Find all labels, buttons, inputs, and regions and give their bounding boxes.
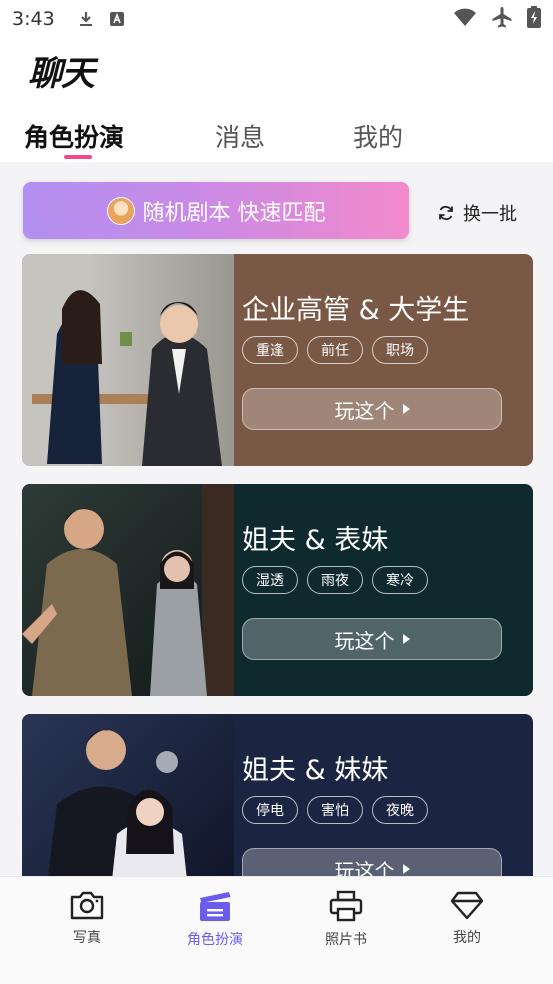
content-area[interactable]: 随机剧本 快速匹配 换一批 企业高管 & 大学生 重逢 前任 职场 玩这个 姐夫… <box>0 162 553 876</box>
clapperboard-icon <box>200 892 231 921</box>
play-label: 玩这个 <box>334 398 395 423</box>
tag-list: 停电 害怕 夜晚 <box>242 796 428 824</box>
tab-messages[interactable]: 消息 <box>215 118 265 154</box>
tab-indicator <box>64 155 92 159</box>
page-title: 聊天 <box>28 54 95 94</box>
nav-label: 我的 <box>453 930 481 946</box>
tag: 停电 <box>242 796 298 824</box>
scenario-image <box>22 714 234 876</box>
tag: 前任 <box>307 336 363 364</box>
status-time: 3:43 <box>12 8 55 30</box>
play-arrow-icon <box>402 404 410 414</box>
tag: 湿透 <box>242 566 298 594</box>
tag: 重逢 <box>242 336 298 364</box>
play-arrow-icon <box>402 634 410 644</box>
tag-list: 重逢 前任 职场 <box>242 336 428 364</box>
play-button[interactable]: 玩这个 <box>242 848 502 876</box>
tab-roleplay[interactable]: 角色扮演 <box>24 118 124 154</box>
printer-icon <box>329 890 363 922</box>
nav-label: 角色扮演 <box>187 932 243 948</box>
wifi-icon <box>453 7 477 31</box>
scenario-info: 姐夫 & 妹妹 停电 害怕 夜晚 玩这个 <box>242 714 533 876</box>
scenario-info: 企业高管 & 大学生 重逢 前任 职场 玩这个 <box>242 254 533 466</box>
random-match-button[interactable]: 随机剧本 快速匹配 <box>23 182 409 239</box>
refresh-batch-button[interactable]: 换一批 <box>437 200 517 226</box>
scenario-card[interactable]: 姐夫 & 表妹 湿透 雨夜 寒冷 玩这个 <box>22 484 533 696</box>
battery-charging-icon <box>527 6 541 32</box>
scenario-image <box>22 254 234 466</box>
play-button[interactable]: 玩这个 <box>242 388 502 430</box>
play-button[interactable]: 玩这个 <box>242 618 502 660</box>
status-bar: 3:43 <box>0 0 553 38</box>
scenario-info: 姐夫 & 表妹 湿透 雨夜 寒冷 玩这个 <box>242 484 533 696</box>
play-label: 玩这个 <box>334 628 395 653</box>
nav-label: 写真 <box>73 930 101 946</box>
app-notification-icon <box>109 11 125 27</box>
nav-item-photobook[interactable]: 照片书 <box>301 889 391 949</box>
app-header: 聊天 角色扮演 消息 我的 <box>0 38 553 162</box>
nav-label: 照片书 <box>325 932 367 948</box>
camera-icon <box>70 891 104 920</box>
download-icon <box>77 10 95 28</box>
diamond-icon <box>450 891 484 920</box>
avatar <box>106 196 135 225</box>
nav-item-roleplay[interactable]: 角色扮演 <box>170 889 260 949</box>
scenario-image <box>22 484 234 696</box>
tag: 雨夜 <box>307 566 363 594</box>
airplane-icon <box>491 6 513 32</box>
refresh-label: 换一批 <box>463 204 517 225</box>
scenario-card[interactable]: 姐夫 & 妹妹 停电 害怕 夜晚 玩这个 <box>22 714 533 876</box>
scenario-title: 企业高管 & 大学生 <box>242 295 470 326</box>
scenario-title: 姐夫 & 妹妹 <box>242 755 389 786</box>
tag: 害怕 <box>307 796 363 824</box>
tag: 职场 <box>372 336 428 364</box>
refresh-icon <box>439 205 453 221</box>
tag: 夜晚 <box>372 796 428 824</box>
tab-mine[interactable]: 我的 <box>353 118 403 154</box>
nav-item-mine[interactable]: 我的 <box>422 889 512 947</box>
bottom-nav: 写真 角色扮演 照片书 我的 <box>0 876 553 984</box>
play-arrow-icon <box>402 864 410 874</box>
scenario-card[interactable]: 企业高管 & 大学生 重逢 前任 职场 玩这个 <box>22 254 533 466</box>
scenario-title: 姐夫 & 表妹 <box>242 525 389 556</box>
nav-item-photos[interactable]: 写真 <box>42 889 132 947</box>
tag: 寒冷 <box>372 566 428 594</box>
tag-list: 湿透 雨夜 寒冷 <box>242 566 428 594</box>
play-label: 玩这个 <box>334 858 395 877</box>
random-match-label: 随机剧本 快速匹配 <box>142 200 326 226</box>
